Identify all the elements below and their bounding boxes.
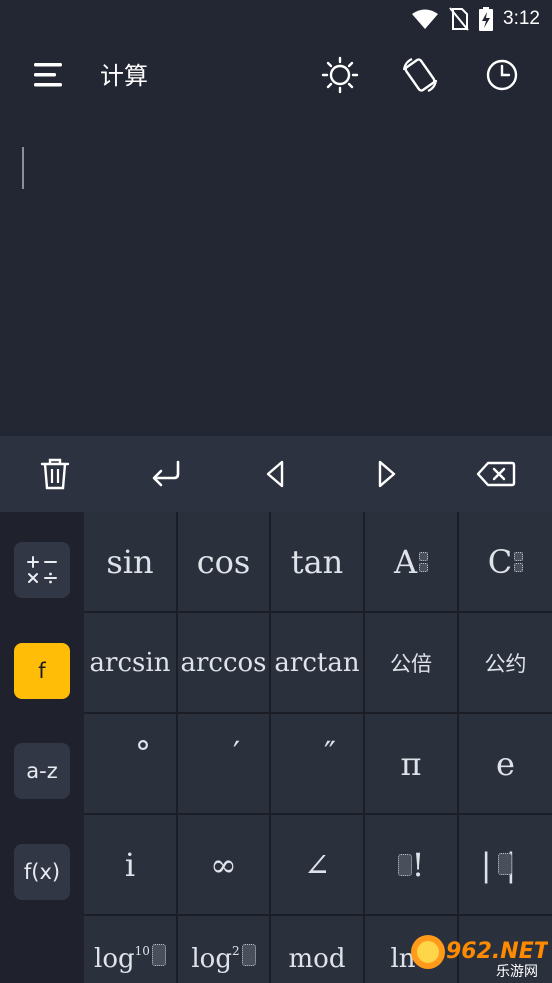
watermark-subtext: 乐游网 <box>496 964 538 980</box>
key-arctan[interactable]: arctan <box>271 613 363 712</box>
placeholder-box <box>241 944 256 966</box>
placeholder-box <box>498 853 512 875</box>
key-log2-label: log <box>191 944 232 974</box>
placeholder-box <box>397 853 412 876</box>
key-angle[interactable]: ∠ <box>271 815 363 914</box>
enter-icon <box>152 460 180 487</box>
watermark-text: 962.NET <box>446 939 548 964</box>
expression-display[interactable] <box>0 112 552 436</box>
status-time: 3:12 <box>503 8 540 29</box>
backspace-icon <box>476 461 516 487</box>
key-imaginary-i[interactable]: i <box>84 815 176 914</box>
key-sin[interactable]: sin <box>84 512 176 611</box>
status-icons: 3:12 <box>411 6 540 32</box>
key-arcsin[interactable]: arcsin <box>84 613 176 712</box>
mode-fx-button[interactable]: f(x) <box>14 844 70 900</box>
key-degree[interactable]: ° <box>84 714 176 813</box>
cursor-left-icon <box>266 460 284 488</box>
placeholder-boxes <box>514 551 524 573</box>
edit-toolbar <box>0 436 552 512</box>
key-infinity[interactable]: ∞ <box>178 815 269 914</box>
history-button[interactable] <box>483 56 521 94</box>
key-cos[interactable]: cos <box>178 512 269 611</box>
mode-function-button[interactable]: f <box>14 643 70 699</box>
key-gcd[interactable]: 公约 <box>459 613 552 712</box>
key-degree-label: ° <box>135 733 151 772</box>
key-arccos[interactable]: arccos <box>178 613 269 712</box>
placeholder-box <box>151 944 166 966</box>
key-arcsecond[interactable]: ″ <box>271 714 363 813</box>
key-pi[interactable]: π <box>365 714 457 813</box>
key-e[interactable]: e <box>459 714 552 813</box>
no-sim-icon <box>449 7 469 31</box>
key-lcm[interactable]: 公倍 <box>365 613 457 712</box>
key-combination[interactable]: C <box>459 512 552 611</box>
placeholder-boxes <box>419 551 429 573</box>
wifi-icon <box>412 9 439 29</box>
key-log2[interactable]: log 2 <box>178 916 269 983</box>
watermark-logo: 962.NET 乐游网 <box>408 928 551 980</box>
key-factorial-label: ! <box>411 845 425 884</box>
cursor-right-icon <box>378 460 396 488</box>
theme-brightness-icon <box>321 56 359 94</box>
key-log10[interactable]: log 10 <box>84 916 176 983</box>
function-key-grid: sin cos tan A C arcsin arccos arctan 公倍 … <box>84 512 552 983</box>
backspace-button[interactable] <box>473 452 519 496</box>
mode-letters-button[interactable]: a-z <box>14 743 70 799</box>
key-log2-subscript: 2 <box>231 944 240 958</box>
enter-button[interactable] <box>143 452 189 496</box>
key-mod[interactable]: mod <box>271 916 363 983</box>
key-tan[interactable]: tan <box>271 512 363 611</box>
app-bar: 计算 <box>0 38 552 112</box>
key-factorial[interactable]: ! <box>365 815 457 914</box>
menu-icon <box>34 63 62 87</box>
cursor-left-button[interactable] <box>252 452 298 496</box>
keypad-mode-sidebar: f a-z f(x) <box>0 512 84 983</box>
screen-rotate-icon <box>402 57 438 93</box>
key-combination-label: C <box>487 542 513 581</box>
text-cursor <box>22 147 24 189</box>
clear-button[interactable] <box>32 452 78 496</box>
battery-charging-icon <box>479 7 494 31</box>
trash-icon <box>40 458 70 490</box>
keypad: f a-z f(x) sin cos tan A C arcsin arccos… <box>0 512 552 983</box>
key-absolute[interactable]: || <box>459 815 552 914</box>
key-arcsecond-label: ″ <box>324 733 336 772</box>
status-bar: 3:12 <box>0 0 552 38</box>
key-permutation[interactable]: A <box>365 512 457 611</box>
menu-button[interactable] <box>28 57 68 93</box>
mode-basic-button[interactable] <box>14 542 70 598</box>
arithmetic-operators-icon <box>27 556 57 584</box>
page-title: 计算 <box>100 62 148 90</box>
history-clock-icon <box>486 59 518 91</box>
key-permutation-label: A <box>393 542 418 581</box>
rotate-button[interactable] <box>401 56 439 94</box>
theme-button[interactable] <box>321 56 359 94</box>
key-arcminute[interactable]: ′ <box>178 714 269 813</box>
key-log10-subscript: 10 <box>134 944 150 958</box>
cursor-right-button[interactable] <box>364 452 410 496</box>
key-log10-label: log <box>94 944 135 974</box>
key-arcminute-label: ′ <box>232 733 241 772</box>
